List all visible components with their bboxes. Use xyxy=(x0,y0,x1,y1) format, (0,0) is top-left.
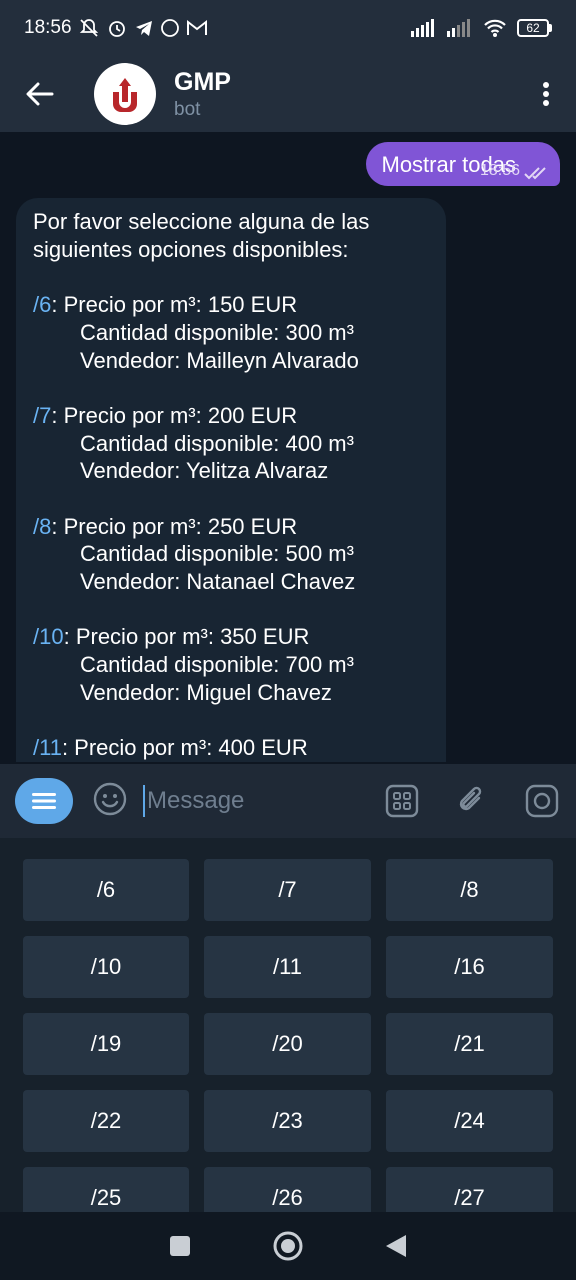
intro-line-2: siguientes opciones disponibles: xyxy=(33,236,349,262)
keyboard-button[interactable]: /26 xyxy=(204,1167,371,1212)
alarm-icon xyxy=(108,21,125,37)
emoji-button[interactable] xyxy=(93,782,127,821)
keyboard-button[interactable]: /21 xyxy=(386,1013,553,1075)
keyboard-button[interactable]: /7 xyxy=(204,859,371,921)
whatsapp-icon xyxy=(160,19,179,37)
back-button[interactable] xyxy=(0,56,80,132)
bot-menu-button[interactable] xyxy=(15,778,73,824)
smile-icon xyxy=(93,782,127,815)
text-caret xyxy=(143,785,145,817)
status-bar: 18:56 62 xyxy=(0,0,576,56)
offer-seller: Vendedor: Yelitza Alvaraz xyxy=(80,458,329,484)
command-link[interactable]: /11 xyxy=(33,735,62,760)
offer-item: /11: Precio por m³: 400 EUR xyxy=(33,734,430,762)
bot-avatar[interactable] xyxy=(94,63,156,125)
offer-item: /10: Precio por m³: 350 EUR Cantidad dis… xyxy=(33,623,430,706)
offer-item: /8: Precio por m³: 250 EUR Cantidad disp… xyxy=(33,513,430,596)
offer-quantity: Cantidad disponible: 500 m³ xyxy=(80,541,354,567)
offer-seller: Vendedor: Mailleyn Alvarado xyxy=(80,347,359,373)
notifications-off-icon xyxy=(79,19,98,37)
keyboard-button[interactable]: /23 xyxy=(204,1090,371,1152)
offer-quantity: Cantidad disponible: 300 m³ xyxy=(80,319,354,345)
arrow-left-icon xyxy=(26,82,54,106)
offer-item: /6: Precio por m³: 150 EUR Cantidad disp… xyxy=(33,291,430,374)
system-nav-bar xyxy=(0,1212,576,1280)
offer-price: : Precio por m³: 400 EUR xyxy=(61,735,308,761)
chat-area[interactable]: Mostrar todas 18:56 Por favor seleccione… xyxy=(0,132,576,764)
keyboard-button[interactable]: /8 xyxy=(386,859,553,921)
bot-keyboard: /6 /7 /8 /10 /11 /16 /19 /20 /21 /22 /23… xyxy=(0,838,576,1212)
outgoing-message[interactable]: Mostrar todas 18:56 xyxy=(365,142,560,186)
double-check-icon xyxy=(524,167,546,180)
incoming-message[interactable]: Por favor seleccione alguna de las sigui… xyxy=(16,198,446,762)
keyboard-button[interactable]: /19 xyxy=(23,1013,189,1075)
menu-icon xyxy=(32,793,56,809)
recents-icon[interactable] xyxy=(168,1234,192,1258)
status-time: 18:56 xyxy=(24,17,72,38)
offer-price: : Precio por m³: 250 EUR xyxy=(51,513,298,539)
message-input[interactable]: Message xyxy=(143,785,244,817)
gmail-icon xyxy=(186,19,207,35)
wifi-icon xyxy=(484,19,506,37)
offer-seller: Vendedor: Natanael Chavez xyxy=(80,569,356,595)
message-composer: Message xyxy=(0,764,576,838)
offer-price: : Precio por m³: 350 EUR xyxy=(63,624,310,650)
intro-line-1: Por favor seleccione alguna de las xyxy=(33,209,370,234)
attach-icon[interactable] xyxy=(455,784,489,818)
gmp-logo-icon xyxy=(113,78,137,112)
keyboard-button[interactable]: /6 xyxy=(23,859,189,921)
offer-quantity: Cantidad disponible: 700 m³ xyxy=(80,652,354,678)
telegram-icon xyxy=(135,21,152,36)
offer-item: /7: Precio por m³: 200 EUR Cantidad disp… xyxy=(33,402,430,485)
signal-icon xyxy=(411,19,434,37)
signal-2-icon xyxy=(447,19,470,37)
offer-seller: Vendedor: Miguel Chavez xyxy=(80,679,332,705)
outgoing-message-time: 18:56 xyxy=(479,162,520,179)
battery-icon: 62 xyxy=(517,19,552,37)
command-link[interactable]: /6 xyxy=(33,292,51,317)
battery-level: 62 xyxy=(526,21,540,35)
message-placeholder: Message xyxy=(147,787,245,814)
home-icon[interactable] xyxy=(272,1230,304,1262)
keyboard-button[interactable]: /10 xyxy=(23,936,189,998)
chat-header: GMP bot xyxy=(0,56,576,132)
chat-title: GMP xyxy=(174,67,231,96)
bot-keyboard-icon[interactable] xyxy=(385,784,419,818)
keyboard-button[interactable]: /25 xyxy=(23,1167,189,1212)
command-link[interactable]: /8 xyxy=(33,514,51,539)
keyboard-button[interactable]: /22 xyxy=(23,1090,189,1152)
keyboard-button[interactable]: /11 xyxy=(204,936,371,998)
offer-price: : Precio por m³: 200 EUR xyxy=(51,402,298,428)
keyboard-button[interactable]: /27 xyxy=(386,1167,553,1212)
more-vertical-icon xyxy=(543,82,549,106)
keyboard-button[interactable]: /24 xyxy=(386,1090,553,1152)
camera-icon[interactable] xyxy=(525,784,559,818)
keyboard-button[interactable]: /16 xyxy=(386,936,553,998)
back-nav-icon[interactable] xyxy=(384,1233,408,1259)
keyboard-button[interactable]: /20 xyxy=(204,1013,371,1075)
command-link[interactable]: /10 xyxy=(33,624,64,649)
more-options-button[interactable] xyxy=(516,81,576,107)
offer-price: : Precio por m³: 150 EUR xyxy=(51,292,298,318)
offer-quantity: Cantidad disponible: 400 m³ xyxy=(80,430,354,456)
chat-subtitle: bot xyxy=(174,98,201,120)
command-link[interactable]: /7 xyxy=(33,403,51,428)
